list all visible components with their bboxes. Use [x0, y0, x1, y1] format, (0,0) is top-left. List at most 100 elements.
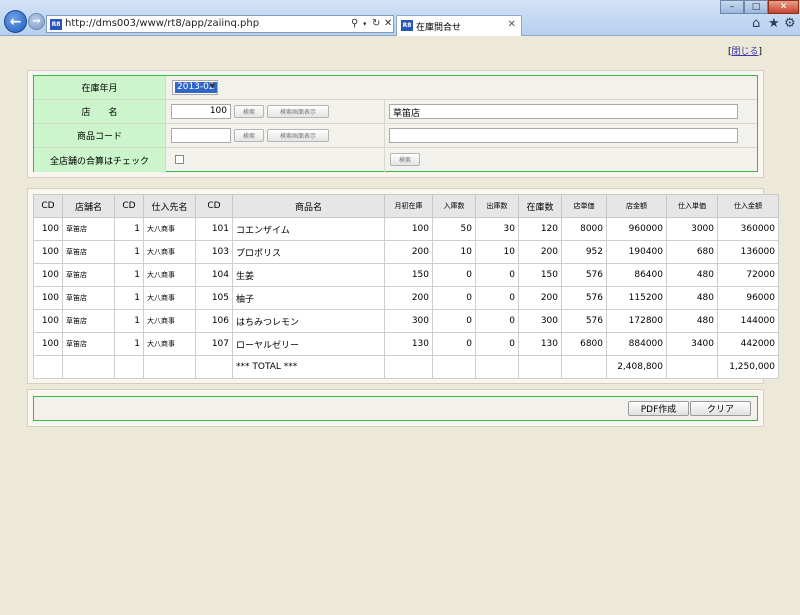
- minimize-button[interactable]: –: [720, 0, 744, 14]
- pdf-button[interactable]: PDF作成: [628, 401, 689, 416]
- bracket-close: ]: [758, 47, 762, 57]
- search-button[interactable]: 検索: [390, 153, 420, 166]
- table-cell: 100: [33, 309, 63, 333]
- stop-icon[interactable]: ✕: [384, 18, 392, 29]
- product-code-label: 商品コード: [34, 124, 166, 147]
- table-cell: プロポリス: [232, 240, 385, 264]
- table-cell: [432, 355, 476, 379]
- store-search-button[interactable]: 検索: [234, 105, 264, 118]
- dropdown-icon[interactable]: ▾: [363, 20, 367, 28]
- table-row: 100 草笛店 1 大八商事 107 ローヤルゼリー 130 0 0 130 6800 884000 3…: [33, 332, 779, 356]
- store-view-button[interactable]: 検索画面表示: [267, 105, 329, 118]
- product-name-field[interactable]: [389, 128, 738, 143]
- store-name-field[interactable]: 草笛店: [389, 104, 738, 119]
- table-cell: 30: [475, 217, 519, 241]
- refresh-icon[interactable]: ↻: [372, 18, 380, 29]
- table-cell: [195, 355, 233, 379]
- actions-panel: PDF作成 クリア: [27, 389, 764, 427]
- table-cell: 480: [666, 263, 718, 287]
- table-cell: 0: [475, 332, 519, 356]
- table-cell: 884000: [606, 332, 667, 356]
- table-cell: *** TOTAL ***: [232, 355, 385, 379]
- site-favicon: R8: [50, 19, 62, 30]
- table-cell: 190400: [606, 240, 667, 264]
- table-cell: 115200: [606, 286, 667, 310]
- table-cell: 360000: [717, 217, 779, 241]
- table-cell: 草笛店: [62, 309, 115, 333]
- store-code-input[interactable]: 100: [171, 104, 231, 119]
- table-cell: 144000: [717, 309, 779, 333]
- table-cell: 136000: [717, 240, 779, 264]
- table-cell: 1: [114, 309, 144, 333]
- browser-tab[interactable]: R8 在庫問合せ ✕: [396, 15, 522, 36]
- col-header: CD: [33, 194, 63, 218]
- back-icon[interactable]: ←: [4, 10, 27, 33]
- table-cell: 442000: [717, 332, 779, 356]
- table-cell: ローヤルゼリー: [232, 332, 385, 356]
- table-cell: [475, 355, 519, 379]
- table-cell: 大八商事: [143, 309, 196, 333]
- col-header: 仕入金額: [717, 194, 779, 218]
- chevron-down-icon: ▼: [209, 82, 215, 90]
- year-month-label: 在庫年月: [34, 76, 166, 99]
- maximize-button[interactable]: □: [744, 0, 768, 14]
- product-search-button[interactable]: 検索: [234, 129, 264, 142]
- table-cell: 103: [195, 240, 233, 264]
- table-cell: 96000: [717, 286, 779, 310]
- table-cell: 大八商事: [143, 240, 196, 264]
- forward-icon[interactable]: →: [28, 13, 45, 30]
- table-cell: 0: [432, 286, 476, 310]
- table-cell: 300: [518, 309, 562, 333]
- table-cell: 680: [666, 240, 718, 264]
- table-cell: 100: [33, 286, 63, 310]
- table-cell: 86400: [606, 263, 667, 287]
- year-month-select[interactable]: 2013-02 ▼: [172, 80, 218, 95]
- table-body: 100 草笛店 1 大八商事 101 コエンザイム 100 50 30 120 8000 960000…: [33, 217, 779, 379]
- table-cell: 480: [666, 309, 718, 333]
- product-view-button[interactable]: 検索画面表示: [267, 129, 329, 142]
- table-cell: 172800: [606, 309, 667, 333]
- window-close-button[interactable]: ✕: [768, 0, 799, 14]
- table-header-row: CD 店舗名 CD 仕入先名 CD 商品名 月初在庫 入庫数 出庫数 在庫数 店…: [33, 194, 779, 218]
- table-cell: 130: [384, 332, 433, 356]
- form-row-store: 店 名 100 検索 検索画面表示 草笛店: [34, 100, 757, 124]
- table-cell: 200: [518, 286, 562, 310]
- table-cell: 10: [475, 240, 519, 264]
- gear-icon[interactable]: ⚙: [784, 16, 796, 31]
- form-row-year-month: 在庫年月 2013-02 ▼: [34, 76, 757, 100]
- table-cell: 3000: [666, 217, 718, 241]
- table-cell: 106: [195, 309, 233, 333]
- table-cell: [114, 355, 144, 379]
- favorites-star-icon[interactable]: ★: [768, 16, 780, 31]
- table-cell: 50: [432, 217, 476, 241]
- address-url[interactable]: http://dms003/www/rt8/app/zaiinq.php: [65, 18, 259, 29]
- table-cell: 草笛店: [62, 217, 115, 241]
- table-cell: 150: [518, 263, 562, 287]
- table-cell: 150: [384, 263, 433, 287]
- table-cell: 草笛店: [62, 286, 115, 310]
- col-header: CD: [114, 194, 144, 218]
- col-header: 仕入先名: [143, 194, 196, 218]
- col-header: 店金額: [606, 194, 667, 218]
- all-stores-checkbox[interactable]: [175, 155, 184, 164]
- table-cell: 草笛店: [62, 263, 115, 287]
- close-icon[interactable]: ✕: [508, 19, 516, 30]
- table-cell: はちみつレモン: [232, 309, 385, 333]
- table-cell: [62, 355, 115, 379]
- address-bar[interactable]: R8 http://dms003/www/rt8/app/zaiinq.php …: [46, 15, 394, 33]
- search-panel: 在庫年月 2013-02 ▼ 店 名 100 検索 検索画面表示 草笛店 商品コ…: [27, 70, 764, 178]
- search-icon[interactable]: ⚲: [351, 18, 358, 29]
- col-header: 月初在庫: [384, 194, 433, 218]
- table-cell: 6800: [561, 332, 607, 356]
- table-cell: [33, 355, 63, 379]
- table-cell: 8000: [561, 217, 607, 241]
- col-header: 仕入単価: [666, 194, 718, 218]
- close-link[interactable]: 閉じる: [731, 47, 758, 57]
- table-cell: コエンザイム: [232, 217, 385, 241]
- table-cell: 草笛店: [62, 332, 115, 356]
- product-code-input[interactable]: [171, 128, 231, 143]
- table-cell: 大八商事: [143, 217, 196, 241]
- home-icon[interactable]: ⌂: [752, 16, 760, 31]
- table-cell: 2,408,800: [606, 355, 667, 379]
- clear-button[interactable]: クリア: [690, 401, 751, 416]
